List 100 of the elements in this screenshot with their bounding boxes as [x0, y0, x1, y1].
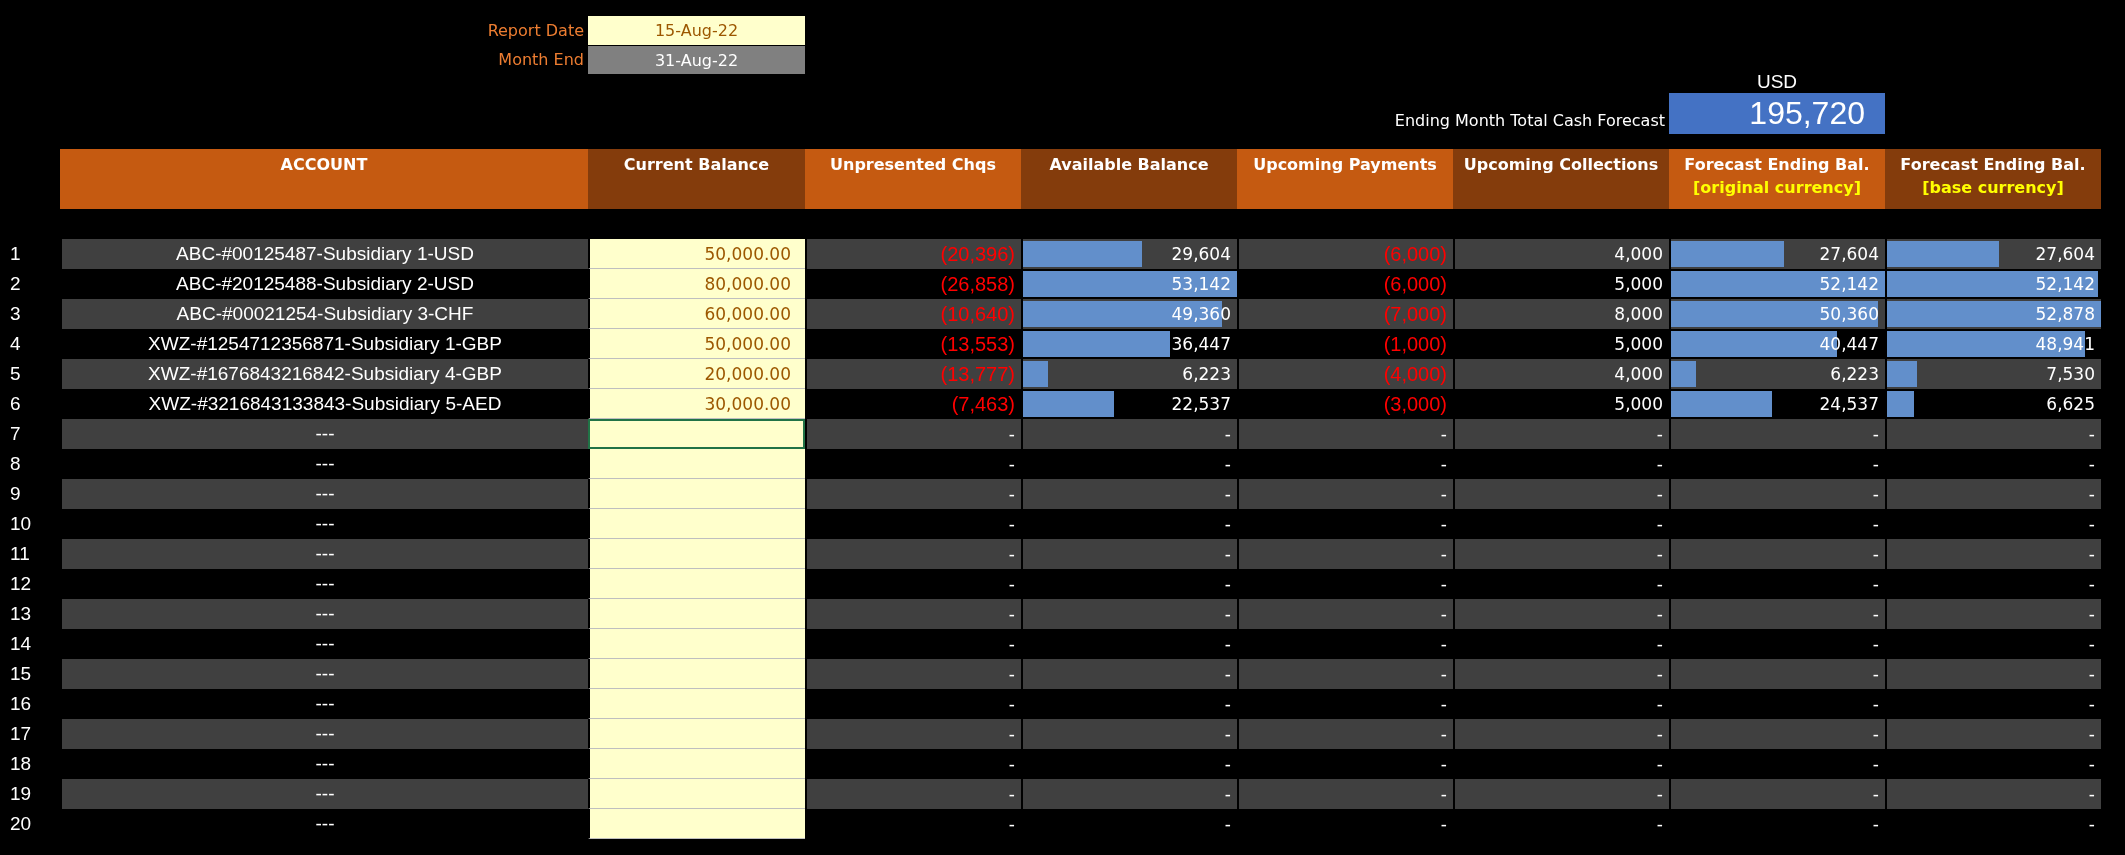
table-cell: 27,604 [1885, 239, 2101, 269]
column-header: Available Balance [1021, 149, 1237, 209]
table-cell: - [805, 479, 1021, 509]
table-cell: - [1237, 419, 1453, 449]
row-number: 14 [9, 632, 33, 656]
column-header: Upcoming Payments [1237, 149, 1453, 209]
row-number: 20 [9, 812, 33, 836]
table-cell: - [1669, 419, 1885, 449]
table-cell: - [1453, 599, 1669, 629]
row-number: 9 [9, 482, 22, 506]
column-header: Unpresented Chqs [805, 149, 1021, 209]
report-date-cell[interactable]: 15-Aug-22 [588, 16, 805, 45]
table-cell: 52,142 [1885, 269, 2101, 299]
table-cell: - [805, 419, 1021, 449]
report-date-label: Report Date [486, 21, 585, 40]
table-cell: - [1669, 809, 1885, 839]
account-cell: --- [60, 659, 588, 689]
row-number: 13 [9, 602, 33, 626]
row-number: 17 [9, 722, 33, 746]
row-number: 6 [9, 392, 22, 416]
table-cell: - [1453, 539, 1669, 569]
table-cell: - [1453, 419, 1669, 449]
table-cell: - [1885, 809, 2101, 839]
row-number: 12 [9, 572, 33, 596]
table-cell: (20,396) [805, 239, 1021, 269]
table-cell: - [1453, 479, 1669, 509]
table-cell: - [1021, 599, 1237, 629]
column-header: ACCOUNT [60, 149, 588, 209]
table-cell: - [1885, 779, 2101, 809]
account-cell: ABC-#00125487-Subsidiary 1-USD [60, 239, 588, 269]
table-cell: 6,223 [1021, 359, 1237, 389]
table-cell: - [805, 809, 1021, 839]
table-cell: - [805, 599, 1021, 629]
table-cell: - [1885, 539, 2101, 569]
row-number: 11 [9, 542, 31, 566]
row-number: 4 [9, 332, 22, 356]
row-number: 7 [9, 422, 22, 446]
table-cell: - [1669, 479, 1885, 509]
table-cell: - [1669, 599, 1885, 629]
balance-cell[interactable] [588, 509, 805, 539]
balance-cell[interactable]: 30,000.00 [588, 389, 805, 419]
balance-cell[interactable] [588, 629, 805, 659]
table-cell: 52,878 [1885, 299, 2101, 329]
column-header: Upcoming Collections [1453, 149, 1669, 209]
balance-cell[interactable] [588, 419, 805, 449]
balance-cell[interactable] [588, 449, 805, 479]
row-number: 5 [9, 362, 22, 386]
row-number: 16 [9, 692, 33, 716]
balance-cell[interactable]: 80,000.00 [588, 269, 805, 299]
table-cell: (10,640) [805, 299, 1021, 329]
table-cell: - [1669, 539, 1885, 569]
row-number: 18 [9, 752, 33, 776]
balance-cell[interactable] [588, 659, 805, 689]
column-header: Forecast Ending Bal. [base currency] [1885, 149, 2101, 209]
account-cell: --- [60, 419, 588, 449]
table-cell: 52,142 [1669, 269, 1885, 299]
currency-label: USD [1755, 71, 1799, 93]
table-cell: - [1021, 809, 1237, 839]
table-cell: - [805, 779, 1021, 809]
balance-cell[interactable]: 20,000.00 [588, 359, 805, 389]
month-end-cell[interactable]: 31-Aug-22 [588, 46, 805, 74]
balance-cell[interactable] [588, 749, 805, 779]
table-cell: - [1021, 479, 1237, 509]
table-cell: 7,530 [1885, 359, 2101, 389]
balance-cell[interactable] [588, 779, 805, 809]
balance-cell[interactable] [588, 539, 805, 569]
table-cell: 27,604 [1669, 239, 1885, 269]
account-cell: --- [60, 539, 588, 569]
table-cell: - [1453, 719, 1669, 749]
balance-cell[interactable]: 60,000.00 [588, 299, 805, 329]
table-cell: 6,223 [1669, 359, 1885, 389]
table-cell: 53,142 [1021, 269, 1237, 299]
table-cell: (4,000) [1237, 359, 1453, 389]
table-cell: - [1237, 719, 1453, 749]
balance-cell[interactable] [588, 599, 805, 629]
month-end-label: Month End [497, 50, 585, 69]
balance-cell[interactable]: 50,000.00 [588, 239, 805, 269]
balance-cell[interactable] [588, 689, 805, 719]
row-number: 8 [9, 452, 22, 476]
row-number: 1 [9, 242, 22, 266]
table-cell: - [1885, 419, 2101, 449]
balance-cell[interactable] [588, 809, 805, 839]
balance-cell[interactable] [588, 569, 805, 599]
row-number: 15 [9, 662, 33, 686]
table-cell: - [1453, 659, 1669, 689]
balance-cell[interactable]: 50,000.00 [588, 329, 805, 359]
balance-cell[interactable] [588, 479, 805, 509]
table-cell: - [1237, 809, 1453, 839]
table-cell: - [1237, 599, 1453, 629]
table-cell: (6,000) [1237, 239, 1453, 269]
table-cell: 50,360 [1669, 299, 1885, 329]
table-cell: (13,777) [805, 359, 1021, 389]
table-cell: (7,000) [1237, 299, 1453, 329]
account-cell: XWZ-#1676843216842-Subsidiary 4-GBP [60, 359, 588, 389]
account-cell: --- [60, 599, 588, 629]
balance-cell[interactable] [588, 719, 805, 749]
table-cell: - [1885, 719, 2101, 749]
table-cell: - [1669, 659, 1885, 689]
column-header: Current Balance [588, 149, 805, 209]
row-number: 2 [9, 272, 22, 296]
